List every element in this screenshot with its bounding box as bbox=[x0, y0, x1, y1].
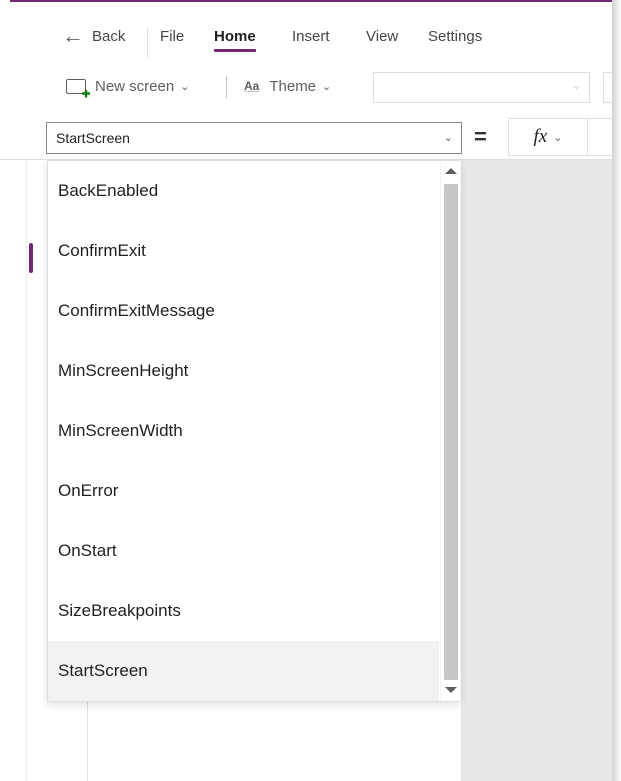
option-backenabled[interactable]: BackEnabled bbox=[48, 161, 439, 221]
theme-label: Theme bbox=[269, 77, 317, 95]
chevron-down-icon: ⌄ bbox=[571, 80, 581, 92]
property-dropdown-list: BackEnabled ConfirmExit ConfirmExitMessa… bbox=[47, 160, 460, 702]
scroll-down-arrow-icon[interactable] bbox=[445, 687, 457, 693]
toolbar-dropdown-secondary[interactable] bbox=[603, 72, 612, 103]
menu-bar: ← Back File Home Insert View Settings bbox=[0, 14, 612, 58]
toolbar-dropdown[interactable]: ⌄ bbox=[373, 72, 590, 103]
accent-line bbox=[10, 0, 612, 2]
back-arrow-icon: ← bbox=[62, 23, 84, 48]
formula-bar: StartScreen ⌄ = fx ⌄ bbox=[0, 116, 612, 160]
menu-home-label: Home bbox=[214, 27, 256, 45]
back-button[interactable]: ← Back bbox=[62, 14, 125, 58]
chevron-down-icon: ⌄ bbox=[553, 131, 563, 144]
active-tab-underline bbox=[214, 49, 256, 52]
theme-button[interactable]: Aa Theme ⌄ bbox=[244, 64, 331, 108]
toolbar-separator bbox=[226, 76, 227, 98]
chevron-down-icon: ⌄ bbox=[180, 80, 190, 93]
canvas-area[interactable] bbox=[461, 160, 612, 781]
option-confirmexitmessage[interactable]: ConfirmExitMessage bbox=[48, 281, 439, 341]
chevron-down-icon: ⌄ bbox=[443, 132, 453, 144]
window-shadow bbox=[612, 0, 621, 781]
menu-home[interactable]: Home bbox=[214, 14, 256, 58]
option-confirmexit[interactable]: ConfirmExit bbox=[48, 221, 439, 281]
option-onerror[interactable]: OnError bbox=[48, 461, 439, 521]
menu-file[interactable]: File bbox=[160, 14, 184, 58]
fx-button[interactable]: fx ⌄ bbox=[508, 118, 588, 156]
dropdown-scrollbar[interactable] bbox=[440, 162, 460, 701]
property-selector[interactable]: StartScreen ⌄ bbox=[46, 122, 462, 154]
active-nav-indicator bbox=[29, 243, 33, 273]
scroll-up-arrow-icon[interactable] bbox=[445, 168, 457, 174]
equals-sign: = bbox=[474, 124, 487, 149]
scrollbar-thumb[interactable] bbox=[444, 184, 458, 680]
app-window: ← Back File Home Insert View Settings Ne… bbox=[0, 0, 612, 781]
chevron-down-icon: ⌄ bbox=[322, 80, 332, 93]
new-screen-button[interactable]: New screen ⌄ bbox=[66, 64, 189, 108]
toolbar: New screen ⌄ Aa Theme ⌄ ⌄ bbox=[0, 64, 612, 108]
menu-settings[interactable]: Settings bbox=[428, 14, 482, 58]
new-screen-icon bbox=[66, 78, 86, 94]
fx-icon: fx bbox=[533, 126, 548, 147]
menu-insert[interactable]: Insert bbox=[292, 14, 330, 58]
option-onstart[interactable]: OnStart bbox=[48, 521, 439, 581]
back-label: Back bbox=[92, 27, 126, 45]
new-screen-label: New screen bbox=[95, 77, 175, 95]
formula-input[interactable] bbox=[588, 118, 612, 156]
property-selector-value: StartScreen bbox=[56, 130, 130, 146]
menu-view[interactable]: View bbox=[366, 14, 398, 58]
option-minscreenheight[interactable]: MinScreenHeight bbox=[48, 341, 439, 401]
theme-icon: Aa bbox=[244, 79, 260, 93]
option-startscreen[interactable]: StartScreen bbox=[48, 641, 439, 701]
option-minscreenwidth[interactable]: MinScreenWidth bbox=[48, 401, 439, 461]
menu-separator bbox=[147, 28, 148, 58]
option-sizebreakpoints[interactable]: SizeBreakpoints bbox=[48, 581, 439, 641]
